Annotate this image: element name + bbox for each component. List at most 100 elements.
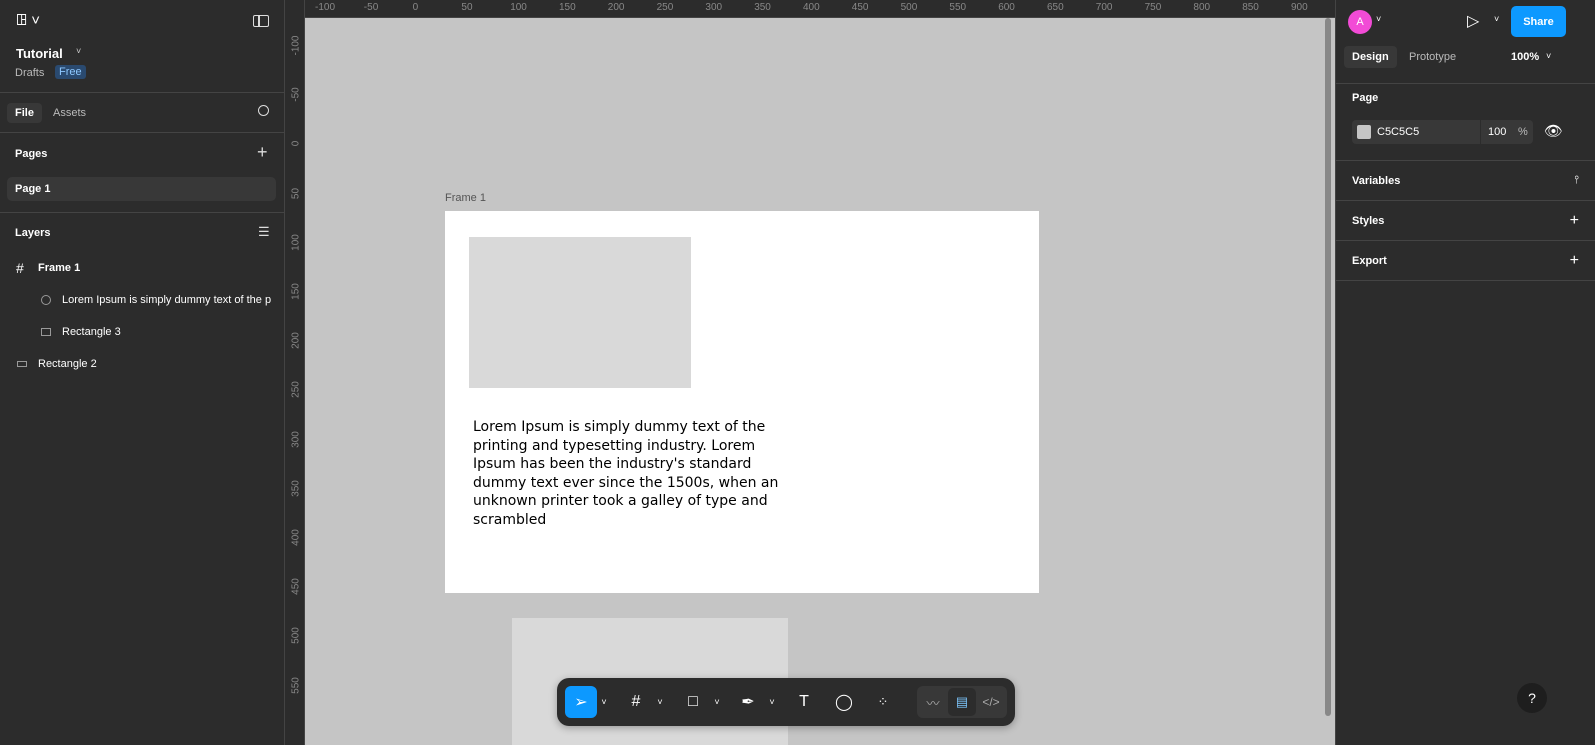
frame-tool-chevron-icon[interactable]: ˅ (655, 686, 665, 718)
comment-tool-icon[interactable]: ◯ (833, 686, 855, 718)
ruler-tick: 350 (754, 2, 771, 13)
file-title[interactable]: Tutorial (16, 46, 63, 61)
actions-icon[interactable]: ⁘ (872, 686, 894, 718)
variables-section[interactable]: Variables ⫯ (1336, 161, 1595, 201)
collapse-layers-icon[interactable]: ☰ (258, 224, 270, 240)
plan-badge: Free (55, 65, 86, 79)
ruler-tick: 0 (412, 2, 419, 13)
add-export-icon[interactable]: + (1570, 252, 1579, 270)
color-hex[interactable]: C5C5C5 (1377, 126, 1419, 138)
ruler-tick: 150 (290, 283, 302, 300)
ruler-top: -100 -50 0 50 100 150 200 250 300 350 400 450 500 550… (286, 0, 1335, 18)
layer-label: Rectangle 3 (62, 326, 121, 338)
ruler-tick: 450 (851, 2, 869, 13)
mode-group: 〰 ▤ </> (917, 686, 1007, 718)
ruler-tick: 50 (461, 2, 473, 13)
canvas[interactable]: -100 -50 0 50 100 150 200 250 300 350 400 450 500 550… (286, 0, 1335, 745)
add-style-icon[interactable]: + (1570, 212, 1579, 230)
share-button[interactable]: Share (1511, 6, 1566, 37)
rectangle-icon (17, 361, 27, 367)
rectangle-icon (41, 328, 51, 336)
search-icon[interactable] (258, 105, 269, 116)
frame-label[interactable]: Frame 1 (445, 192, 486, 204)
present-chevron-icon[interactable]: ˅ (1494, 14, 1499, 24)
pen-tool-icon[interactable]: ✒ (737, 686, 759, 718)
page-item[interactable]: Page 1 (7, 177, 276, 201)
page-color-field[interactable]: C5C5C5 100 % (1352, 120, 1533, 144)
ruler-tick: 500 (290, 627, 302, 645)
color-swatch[interactable] (1357, 125, 1371, 139)
present-icon[interactable]: ▷ (1467, 11, 1479, 31)
ruler-tick: 100 (510, 2, 527, 13)
ruler-tick: 550 (290, 676, 302, 694)
text-tool-icon[interactable]: T (793, 686, 815, 718)
layer-text[interactable]: Lorem Ipsum is simply dummy text of the … (0, 285, 284, 317)
ruler-tick: 650 (1047, 2, 1064, 13)
lorem-text[interactable]: Lorem Ipsum is simply dummy text of the … (473, 418, 788, 529)
zoom-level[interactable]: 100% (1511, 51, 1539, 63)
opacity-percent: % (1518, 126, 1528, 138)
cursor-icon: ➢ (574, 694, 588, 711)
ruler-tick: 900 (1291, 2, 1308, 13)
export-label: Export (1352, 254, 1387, 267)
styles-label: Styles (1352, 214, 1385, 227)
design-mode-icon[interactable]: ▤ (948, 688, 976, 716)
avatar[interactable]: A (1348, 10, 1372, 34)
left-panel: ꖸ ˅ Tutorial ˅ Drafts Free File Assets P… (0, 0, 285, 745)
export-section[interactable]: Export + (1336, 241, 1595, 281)
ruler-tick: 50 (290, 187, 302, 199)
drafts-label[interactable]: Drafts (15, 67, 44, 79)
ruler-tick: 450 (290, 578, 302, 596)
frame-tool-icon[interactable]: # (625, 686, 647, 718)
ruler-tick: -100 (315, 2, 336, 13)
opacity-value[interactable]: 100 (1488, 126, 1506, 138)
pen-tool-chevron-icon[interactable]: ˅ (767, 686, 777, 718)
ruler-tick: -100 (290, 35, 302, 56)
add-page-icon[interactable]: + (257, 142, 268, 163)
help-button[interactable]: ? (1517, 683, 1547, 713)
page-item-label: Page 1 (15, 183, 51, 195)
layer-label: Lorem Ipsum is simply dummy text of the … (62, 294, 272, 306)
variables-settings-icon[interactable]: ⫯ (1574, 174, 1579, 187)
zoom-chevron-icon[interactable]: ˅ (1546, 51, 1551, 61)
rectangle-3[interactable] (469, 237, 691, 388)
rectangle-tool-icon[interactable]: □ (682, 686, 704, 718)
draw-mode-icon[interactable]: 〰 (921, 686, 945, 718)
ruler-tick: 300 (290, 430, 302, 448)
layer-rectangle-2[interactable]: Rectangle 2 (0, 349, 284, 381)
tab-assets[interactable]: Assets (53, 107, 86, 119)
ruler-tick: -50 (363, 2, 379, 13)
shape-tool-chevron-icon[interactable]: ˅ (712, 686, 722, 718)
tab-file[interactable]: File (7, 103, 42, 123)
frame-1[interactable]: Lorem Ipsum is simply dummy text of the … (445, 211, 1039, 593)
dev-mode-icon[interactable]: </> (979, 686, 1003, 718)
ruler-tick: 100 (290, 233, 302, 251)
ruler-tick: 350 (290, 479, 302, 497)
canvas-scrollbar[interactable] (1325, 18, 1331, 716)
ruler-tick: -50 (290, 87, 302, 102)
figma-menu-icon[interactable]: ꖸ ˅ (16, 12, 40, 29)
tab-design[interactable]: Design (1344, 46, 1397, 68)
page-heading: Page (1352, 92, 1379, 104)
frame-icon: # (16, 260, 24, 276)
layer-rectangle-3[interactable]: Rectangle 3 (0, 317, 284, 349)
ruler-tick: 250 (290, 381, 302, 399)
file-title-chevron-icon[interactable]: ˅ (76, 46, 81, 56)
pages-heading: Pages (15, 148, 48, 160)
ruler-tick: 400 (803, 2, 820, 13)
ruler-tick: 500 (900, 2, 918, 13)
ruler-tick: 250 (656, 2, 674, 13)
layer-frame-1[interactable]: # Frame 1 (0, 253, 284, 285)
ruler-tick: 200 (607, 2, 625, 13)
tab-prototype[interactable]: Prototype (1409, 51, 1456, 63)
ruler-tick: 600 (998, 2, 1015, 13)
bottom-toolbar: ➢ ˅ # ˅ □ ˅ ✒ ˅ T ◯ ⁘ 〰 ▤ </> (557, 678, 1015, 726)
move-tool-chevron-icon[interactable]: ˅ (599, 686, 609, 718)
styles-section[interactable]: Styles + (1336, 201, 1595, 241)
toggle-sidebar-icon[interactable] (253, 15, 269, 27)
visibility-eye-icon[interactable]: 👁 (1544, 122, 1563, 140)
avatar-chevron-icon[interactable]: ˅ (1376, 14, 1381, 24)
ruler-tick: 850 (1242, 2, 1259, 13)
move-tool-button[interactable]: ➢ (565, 686, 597, 718)
ruler-tick: 150 (559, 2, 576, 13)
